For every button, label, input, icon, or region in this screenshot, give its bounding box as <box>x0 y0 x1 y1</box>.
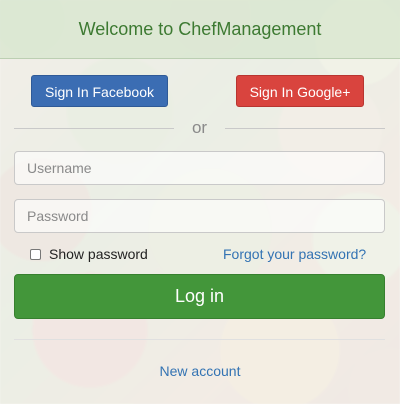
show-password-toggle[interactable]: Show password <box>30 246 148 262</box>
password-input[interactable] <box>14 199 385 233</box>
sign-in-facebook-button[interactable]: Sign In Facebook <box>31 75 168 107</box>
header-bar: Welcome to ChefManagement <box>0 0 400 59</box>
page-title: Welcome to ChefManagement <box>78 18 322 39</box>
separator-line-right <box>225 128 385 129</box>
show-password-checkbox[interactable] <box>30 248 41 260</box>
forgot-password-link[interactable]: Forgot your password? <box>223 246 366 262</box>
or-separator: or <box>14 118 385 140</box>
show-password-label: Show password <box>49 246 148 262</box>
login-button[interactable]: Log in <box>14 274 385 319</box>
footer-divider <box>14 339 385 340</box>
username-input[interactable] <box>14 151 385 185</box>
new-account-link[interactable]: New account <box>0 363 400 379</box>
sign-in-google-button[interactable]: Sign In Google+ <box>236 75 364 107</box>
